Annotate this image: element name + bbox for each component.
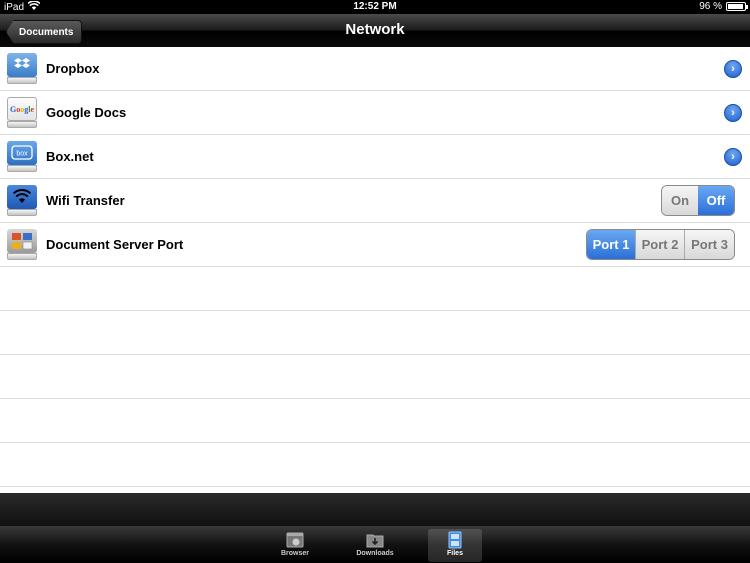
row-label: Document Server Port (46, 237, 184, 252)
svg-text:Google: Google (10, 105, 34, 114)
port-1-segment[interactable]: Port 1 (587, 230, 636, 259)
browser-icon (286, 531, 304, 549)
tab-label: Browser (280, 550, 309, 557)
battery-icon (726, 2, 748, 11)
row-google-docs[interactable]: Google Google Docs › (0, 91, 750, 135)
wifi-transfer-toggle[interactable]: On Off (661, 185, 735, 216)
empty-row (0, 355, 750, 399)
port-3-segment[interactable]: Port 3 (685, 230, 734, 259)
tab-bar: Browser Downloads Files (0, 526, 750, 563)
svg-text:box: box (16, 150, 28, 157)
row-document-server-port: Document Server Port Port 1 Port 2 Port … (0, 223, 750, 267)
dropbox-icon (7, 52, 37, 85)
page-title: Network (345, 21, 405, 38)
row-dropbox[interactable]: Dropbox › (0, 47, 750, 91)
status-bar: iPad 12:52 PM 96 % (0, 0, 750, 14)
row-label: Box.net (46, 149, 94, 164)
row-label: Wifi Transfer (46, 193, 125, 208)
navigation-bar: Documents Network (0, 14, 750, 47)
tab-label: Files (447, 550, 463, 557)
toggle-off-option[interactable]: Off (698, 186, 734, 215)
empty-row (0, 443, 750, 487)
battery-percent: 96 % (699, 1, 722, 12)
files-icon (446, 531, 464, 549)
network-table: Dropbox › Google Google Docs › box Box.n… (0, 47, 750, 493)
row-wifi-transfer: Wifi Transfer On Off (0, 179, 750, 223)
tab-downloads[interactable]: Downloads (348, 529, 402, 562)
empty-row (0, 311, 750, 355)
empty-row (0, 267, 750, 311)
disclosure-chevron-icon[interactable]: › (724, 104, 742, 122)
clock: 12:52 PM (353, 1, 397, 12)
google-docs-icon: Google (7, 96, 37, 129)
disclosure-chevron-icon[interactable]: › (724, 60, 742, 78)
downloads-icon (366, 531, 384, 549)
row-label: Dropbox (46, 61, 100, 76)
toolbar-background (0, 493, 750, 526)
tab-files[interactable]: Files (428, 529, 482, 562)
row-box-net[interactable]: box Box.net › (0, 135, 750, 179)
toggle-on-option[interactable]: On (662, 186, 698, 215)
document-server-icon (7, 228, 37, 261)
box-net-icon: box (7, 140, 37, 173)
tab-browser[interactable]: Browser (268, 529, 322, 562)
server-port-segmented-control[interactable]: Port 1 Port 2 Port 3 (586, 229, 735, 260)
wifi-icon (7, 184, 37, 217)
port-2-segment[interactable]: Port 2 (636, 230, 685, 259)
disclosure-chevron-icon[interactable]: › (724, 148, 742, 166)
row-label: Google Docs (46, 105, 127, 120)
tab-label: Downloads (356, 550, 394, 557)
empty-row (0, 399, 750, 443)
